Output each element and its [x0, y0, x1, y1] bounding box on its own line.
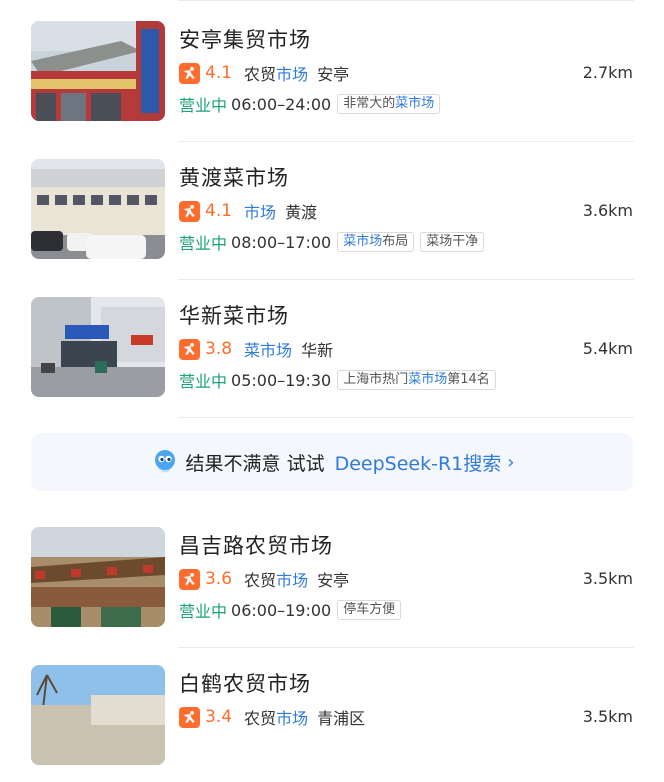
open-status: 营业中 — [179, 372, 228, 391]
category: 农贸市场 — [244, 709, 309, 728]
result-item[interactable]: 白鹤农贸市场 3.4 农贸市场 青浦区 3.5km — [0, 644, 664, 782]
market-photo-image — [31, 527, 165, 627]
rating-row: 4.1 市场 黄渡 — [179, 198, 317, 224]
market-name[interactable]: 华新菜市场 — [179, 300, 289, 330]
opening-hours: 06:00–24:00 — [231, 94, 332, 114]
rating-badge-icon — [179, 706, 200, 728]
market-photo-image — [31, 21, 165, 121]
open-status: 营业中 — [179, 234, 228, 253]
category: 农贸市场 — [244, 65, 309, 84]
rating-row: 3.8 菜市场 华新 — [179, 336, 333, 362]
area: 华新 — [301, 341, 334, 360]
market-photo[interactable] — [31, 527, 165, 627]
market-name[interactable]: 昌吉路农贸市场 — [179, 530, 333, 560]
rating-badge-icon — [179, 62, 200, 84]
chevron-right-icon: › — [507, 451, 515, 473]
ai-banner-text: 结果不满意 试试 — [185, 452, 325, 475]
market-name[interactable]: 黄渡菜市场 — [179, 162, 289, 192]
rating-row: 3.4 农贸市场 青浦区 — [179, 704, 365, 730]
opening-hours: 08:00–17:00 — [231, 232, 332, 252]
distance: 5.4km — [582, 339, 633, 358]
rating-score: 4.1 — [205, 201, 233, 221]
market-name[interactable]: 安亭集贸市场 — [179, 24, 311, 54]
category: 菜市场 — [244, 341, 293, 360]
distance: 3.5km — [582, 569, 633, 588]
opening-hours: 05:00–19:30 — [231, 370, 332, 390]
result-item[interactable]: 黄渡菜市场 4.1 市场 黄渡 3.6km 营业中 08:00–17:00 菜市… — [0, 138, 664, 276]
open-status: 营业中 — [179, 602, 228, 621]
rating-badge-icon — [179, 568, 200, 590]
rating-score: 4.1 — [205, 63, 233, 83]
area: 安亭 — [317, 571, 350, 590]
market-photo-image — [31, 665, 165, 765]
deepseek-search-link[interactable]: DeepSeek-R1搜索 — [335, 449, 502, 476]
review-tag[interactable]: 菜场干净 — [420, 232, 485, 252]
market-photo[interactable] — [31, 21, 165, 121]
market-photo[interactable] — [31, 159, 165, 259]
rating-badge-icon — [179, 338, 200, 360]
result-item[interactable]: 安亭集贸市场 4.1 农贸市场 安亭 2.7km 营业中 06:00–24:00… — [0, 0, 664, 138]
ai-assistant-icon — [154, 450, 175, 473]
market-photo[interactable] — [31, 665, 165, 765]
open-status: 营业中 — [179, 96, 228, 115]
rating-row: 4.1 农贸市场 安亭 — [179, 60, 349, 86]
distance: 3.6km — [582, 201, 633, 220]
opening-hours: 06:00–19:00 — [231, 600, 332, 620]
hours-row: 营业中 08:00–17:00 菜市场 布局 菜场干净 — [179, 230, 485, 254]
market-photo[interactable] — [31, 297, 165, 397]
area: 青浦区 — [317, 709, 366, 728]
area: 黄渡 — [285, 203, 318, 222]
distance: 2.7km — [582, 63, 633, 82]
review-tag[interactable]: 上海市热门 菜市场 第14名 — [337, 370, 496, 390]
market-photo-image — [31, 297, 165, 397]
rating-badge-icon — [179, 200, 200, 222]
rating-score: 3.8 — [205, 339, 233, 359]
rating-row: 3.6 农贸市场 安亭 — [179, 566, 349, 592]
review-tag[interactable]: 非常大的 菜市场 — [337, 94, 441, 114]
rating-score: 3.4 — [205, 707, 233, 727]
result-item[interactable]: 昌吉路农贸市场 3.6 农贸市场 安亭 3.5km 营业中 06:00–19:0… — [0, 506, 664, 644]
market-name[interactable]: 白鹤农贸市场 — [179, 668, 311, 698]
review-tag[interactable]: 停车方便 — [337, 600, 402, 620]
result-item[interactable]: 华新菜市场 3.8 菜市场 华新 5.4km 营业中 05:00–19:30 上… — [0, 276, 664, 414]
market-photo-image — [31, 159, 165, 259]
ai-search-banner[interactable]: 结果不满意 试试 DeepSeek-R1搜索 › — [31, 433, 633, 491]
hours-row: 营业中 06:00–24:00 非常大的 菜市场 — [179, 92, 441, 116]
category: 农贸市场 — [244, 571, 309, 590]
hours-row: 营业中 06:00–19:00 停车方便 — [179, 598, 402, 622]
rating-score: 3.6 — [205, 569, 233, 589]
category: 市场 — [244, 203, 277, 222]
divider — [178, 417, 634, 418]
distance: 3.5km — [582, 707, 633, 726]
hours-row: 营业中 05:00–19:30 上海市热门 菜市场 第14名 — [179, 368, 496, 392]
area: 安亭 — [317, 65, 350, 84]
review-tag[interactable]: 菜市场 布局 — [337, 232, 415, 252]
